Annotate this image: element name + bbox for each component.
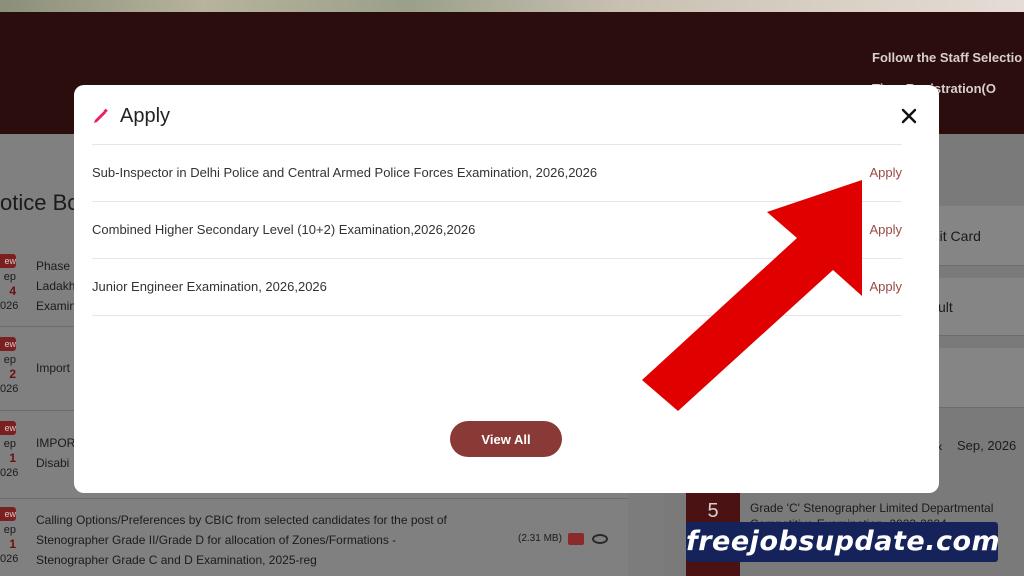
apply-link[interactable]: Apply bbox=[869, 222, 902, 237]
exam-row: Combined Higher Secondary Level (10+2) E… bbox=[92, 202, 902, 259]
notice-date: ew ep 1 026 bbox=[0, 507, 19, 566]
notice-text[interactable]: Phase Ladakh Examin bbox=[36, 256, 76, 316]
result-label: ult bbox=[938, 299, 953, 315]
notice-day: 1 bbox=[9, 451, 16, 465]
pdf-icon[interactable] bbox=[568, 533, 584, 545]
notice-text[interactable]: Calling Options/Preferences by CBIC from… bbox=[36, 510, 447, 570]
notice-day: 4 bbox=[9, 284, 16, 298]
view-all-button[interactable]: View All bbox=[450, 421, 562, 457]
watermark-logo: freejobsupdate.com bbox=[686, 522, 1000, 562]
file-size: (2.31 MB) bbox=[518, 533, 562, 544]
apply-modal: Apply Sub-Inspector in Delhi Police and … bbox=[74, 85, 939, 493]
pencil-icon bbox=[94, 108, 108, 123]
notice-year: 026 bbox=[0, 383, 19, 395]
notice-text[interactable]: Import bbox=[36, 358, 70, 378]
notice-year: 026 bbox=[0, 300, 19, 312]
notice-year: 026 bbox=[0, 467, 19, 479]
notice-year: 026 bbox=[0, 553, 19, 565]
new-badge: ew bbox=[0, 421, 16, 435]
notice-month: ep bbox=[3, 354, 16, 366]
new-badge: ew bbox=[0, 337, 16, 351]
notice-month: ep bbox=[3, 438, 16, 450]
notice-date: ew ep 2 026 bbox=[0, 337, 19, 396]
notice-day: 2 bbox=[9, 367, 16, 381]
notice-month: ep bbox=[3, 524, 16, 536]
exam-row: Junior Engineer Examination, 2026,2026 A… bbox=[92, 259, 902, 316]
notice-text[interactable]: IMPOR Disabi bbox=[36, 433, 75, 473]
exam-name: Sub-Inspector in Delhi Police and Centra… bbox=[92, 165, 598, 180]
apply-link[interactable]: Apply bbox=[869, 165, 902, 180]
apply-link[interactable]: Apply bbox=[869, 279, 902, 294]
exam-row: Sub-Inspector in Delhi Police and Centra… bbox=[92, 145, 902, 202]
eye-icon[interactable] bbox=[592, 534, 608, 544]
notice-board-title: otice Bo bbox=[0, 190, 80, 215]
new-badge: ew bbox=[0, 507, 16, 521]
exam-name: Junior Engineer Examination, 2026,2026 bbox=[92, 279, 327, 294]
calendar-month: Sep, 2026 bbox=[957, 438, 1017, 453]
marquee-line-1: Follow the Staff Selectio bbox=[872, 50, 1023, 65]
notice-date: ew ep 1 026 bbox=[0, 421, 19, 480]
notice-month: ep bbox=[3, 271, 16, 283]
header-banner-image bbox=[0, 0, 1024, 12]
modal-header: Apply bbox=[92, 103, 170, 129]
close-icon[interactable] bbox=[898, 105, 920, 127]
exam-name: Combined Higher Secondary Level (10+2) E… bbox=[92, 222, 476, 237]
notice-day: 1 bbox=[9, 537, 16, 551]
notice-date: ew ep 4 026 bbox=[0, 254, 19, 313]
new-badge: ew bbox=[0, 254, 16, 268]
modal-title: Apply bbox=[120, 104, 171, 127]
